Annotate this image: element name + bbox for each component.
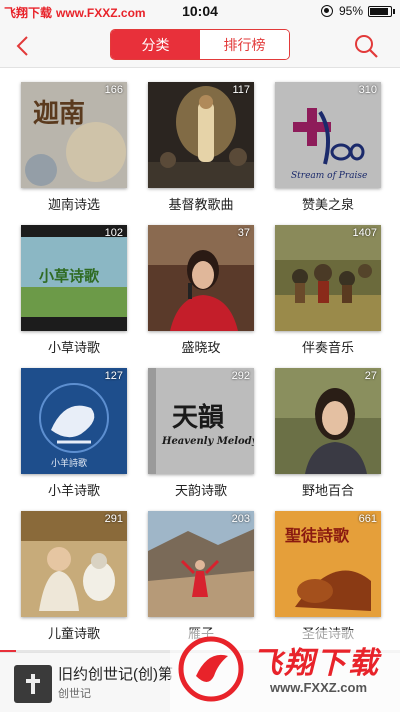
cover-title-heavenly: 天韻 bbox=[172, 402, 225, 433]
cover-art-yanzi bbox=[148, 511, 254, 617]
category-name: 野地百合 bbox=[301, 483, 354, 498]
search-button[interactable] bbox=[352, 32, 380, 60]
category-cover: 203 bbox=[148, 511, 254, 617]
category-cover: Stream of Praise 310 bbox=[275, 82, 381, 188]
cover-art-children bbox=[21, 511, 127, 617]
cover-title-grass: 小草诗歌 bbox=[39, 267, 100, 285]
cover-art-lamb: 小羊詩歌 bbox=[21, 368, 127, 474]
search-icon bbox=[355, 35, 378, 58]
cover-art-jesus bbox=[148, 82, 254, 188]
category-cover: 天韻 Heavenly Melody 292 bbox=[148, 368, 254, 474]
category-item[interactable]: Stream of Praise 310 赞美之泉 bbox=[275, 82, 381, 213]
category-item[interactable]: 203 雁子 bbox=[148, 511, 254, 642]
cover-art-grass: 小草诗歌 bbox=[21, 225, 127, 331]
category-item[interactable]: 1407 伴奏音乐 bbox=[275, 225, 381, 356]
cover-art-singer bbox=[148, 225, 254, 331]
cover-art-accompaniment bbox=[275, 225, 381, 331]
cover-title-saints: 聖徒詩歌 bbox=[285, 526, 350, 545]
category-name: 基督教歌曲 bbox=[168, 197, 234, 212]
player-track-subtitle: 创世记 bbox=[58, 688, 91, 700]
cross-icon bbox=[26, 674, 40, 694]
category-name: 赞美之泉 bbox=[301, 197, 354, 212]
watermark-logo-icon bbox=[178, 636, 244, 702]
cover-art-canaan: 迦南 bbox=[21, 82, 127, 188]
category-cover: 1407 bbox=[275, 225, 381, 331]
player-track-title: 旧约创世记(创)第 bbox=[58, 666, 173, 683]
cover-art-saints: 聖徒詩歌 bbox=[275, 511, 381, 617]
category-name: 迦南诗选 bbox=[47, 197, 100, 212]
category-cover: 117 bbox=[148, 82, 254, 188]
category-name: 小羊诗歌 bbox=[47, 483, 100, 498]
status-right: 95% bbox=[320, 4, 395, 18]
watermark-bottom: 飞翔下载 www.FXXZ.com bbox=[170, 630, 400, 712]
category-item[interactable]: 聖徒詩歌 661 圣徒诗歌 bbox=[275, 511, 381, 642]
watermark-bottom-cn: 飞翔下载 bbox=[252, 647, 380, 680]
battery-percent: 95% bbox=[338, 4, 363, 18]
tab-category[interactable]: 分类 bbox=[111, 30, 200, 59]
battery-icon bbox=[368, 5, 395, 17]
category-count: 117 bbox=[232, 84, 250, 96]
category-cover: 聖徒詩歌 661 bbox=[275, 511, 381, 617]
category-cover: 小羊詩歌 127 bbox=[21, 368, 127, 474]
category-item[interactable]: 小草诗歌 102 小草诗歌 bbox=[21, 225, 127, 356]
cover-art-praise: Stream of Praise bbox=[275, 82, 381, 188]
segment-control: 分类 排行榜 bbox=[110, 29, 290, 60]
cover-title-canaan: 迦南 bbox=[33, 99, 85, 129]
status-bar: 飞翔下载 www.FXXZ.com 10:04 95% bbox=[0, 0, 400, 24]
category-name: 盛晓玫 bbox=[181, 340, 221, 355]
category-item[interactable]: 27 野地百合 bbox=[275, 368, 381, 499]
category-count: 1407 bbox=[352, 227, 377, 239]
category-count: 27 bbox=[364, 370, 377, 382]
tab-ranking[interactable]: 排行榜 bbox=[200, 30, 289, 59]
player-artwork bbox=[14, 665, 52, 703]
category-count: 310 bbox=[358, 84, 377, 96]
category-count: 37 bbox=[237, 227, 250, 239]
category-item[interactable]: 117 基督教歌曲 bbox=[148, 82, 254, 213]
category-name: 儿童诗歌 bbox=[47, 626, 100, 641]
category-count: 203 bbox=[231, 513, 250, 525]
category-name: 伴奏音乐 bbox=[301, 340, 354, 355]
watermark-bottom-url: www.FXXZ.com bbox=[270, 680, 368, 695]
category-cover: 27 bbox=[275, 368, 381, 474]
back-button[interactable] bbox=[10, 32, 38, 60]
category-item[interactable]: 37 盛晓玫 bbox=[148, 225, 254, 356]
nav-bar: 分类 排行榜 bbox=[0, 24, 400, 68]
back-chevron-icon bbox=[16, 36, 28, 56]
category-cover: 小草诗歌 102 bbox=[21, 225, 127, 331]
category-item[interactable]: 迦南 166 迦南诗选 bbox=[21, 82, 127, 213]
rotation-lock-icon bbox=[320, 5, 333, 17]
category-cover: 37 bbox=[148, 225, 254, 331]
cover-subtitle-heavenly: Heavenly Melody bbox=[161, 436, 254, 447]
category-name: 小草诗歌 bbox=[47, 340, 100, 355]
category-count: 127 bbox=[104, 370, 123, 382]
cover-title-praise: Stream of Praise bbox=[291, 171, 367, 181]
category-item[interactable]: 天韻 Heavenly Melody 292 天韵诗歌 bbox=[148, 368, 254, 499]
category-item[interactable]: 291 儿童诗歌 bbox=[21, 511, 127, 642]
category-cover: 迦南 166 bbox=[21, 82, 127, 188]
cover-title-lamb: 小羊詩歌 bbox=[51, 457, 87, 469]
category-count: 102 bbox=[104, 227, 123, 239]
category-count: 292 bbox=[231, 370, 250, 382]
category-count: 661 bbox=[358, 513, 377, 525]
category-count: 291 bbox=[104, 513, 123, 525]
category-name: 天韵诗歌 bbox=[174, 483, 227, 498]
category-cover: 291 bbox=[21, 511, 127, 617]
category-count: 166 bbox=[104, 84, 123, 96]
cover-art-heavenly: 天韻 Heavenly Melody bbox=[148, 368, 254, 474]
cover-art-lily bbox=[275, 368, 381, 474]
category-item[interactable]: 小羊詩歌 127 小羊诗歌 bbox=[21, 368, 127, 499]
